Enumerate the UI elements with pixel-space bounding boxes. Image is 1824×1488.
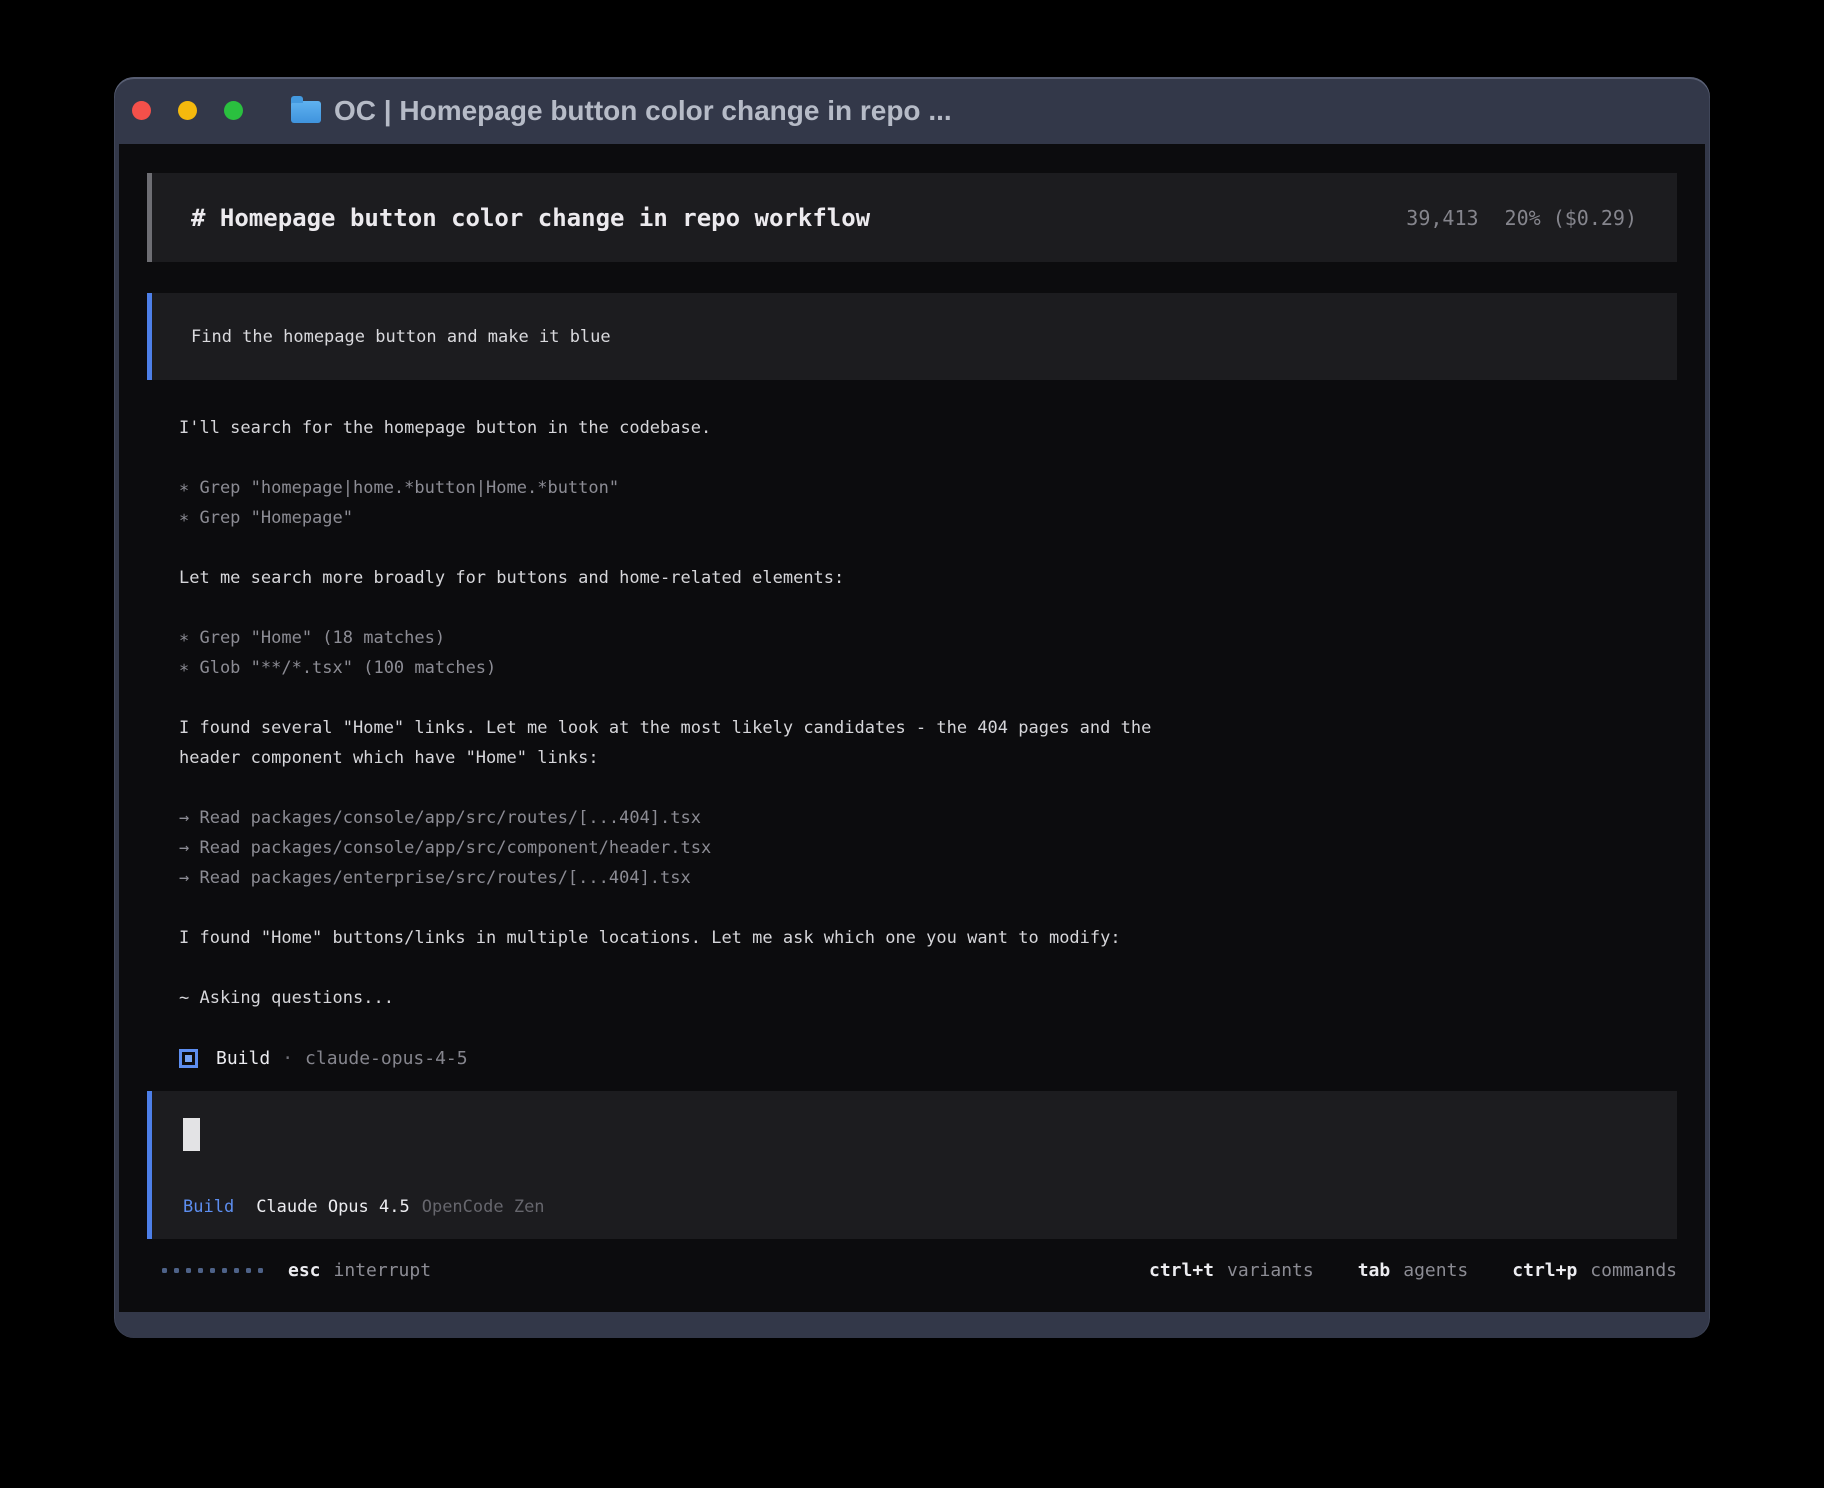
tool-call-line: → Read packages/console/app/src/routes/[…: [179, 803, 1677, 833]
key-tab: tab: [1358, 1260, 1391, 1281]
agent-status-line: Build · claude-opus-4-5: [179, 1043, 1677, 1073]
assistant-text: Let me search more broadly for buttons a…: [179, 563, 1677, 593]
agent-mode-label: Build: [183, 1197, 234, 1217]
tool-call-line: ∗ Glob "**/*.tsx" (100 matches): [179, 653, 1677, 683]
hint-agents: tab agents: [1358, 1260, 1469, 1281]
folder-icon: [291, 101, 321, 123]
token-count: 39,413: [1406, 206, 1478, 230]
assistant-text: I found "Home" buttons/links in multiple…: [179, 923, 1677, 953]
traffic-lights: [124, 101, 243, 120]
key-esc: esc: [288, 1260, 321, 1281]
spinner-dots: [162, 1268, 263, 1273]
user-message-text: Find the homepage button and make it blu…: [191, 327, 611, 347]
input-footer: Build Claude Opus 4.5 OpenCode Zen: [183, 1197, 1641, 1217]
zoom-button[interactable]: [224, 101, 243, 120]
assistant-text: I found several "Home" links. Let me loo…: [179, 713, 1677, 773]
tool-call-line: ∗ Grep "Home" (18 matches): [179, 623, 1677, 653]
minimize-button[interactable]: [178, 101, 197, 120]
user-message: Find the homepage button and make it blu…: [147, 293, 1677, 380]
hint-variants: ctrl+t variants: [1149, 1260, 1314, 1281]
tool-call-line: → Read packages/console/app/src/componen…: [179, 833, 1677, 863]
tool-call-line: → Read packages/enterprise/src/routes/[.…: [179, 863, 1677, 893]
agent-name: Build: [216, 1048, 270, 1069]
agent-build-icon: [179, 1049, 198, 1068]
tool-call-group: ∗ Grep "homepage|home.*button|Home.*butt…: [179, 473, 1677, 533]
window-title: OC | Homepage button color change in rep…: [334, 95, 952, 127]
hint-commands: ctrl+p commands: [1512, 1260, 1677, 1281]
key-ctrl-p: ctrl+p: [1512, 1260, 1577, 1281]
key-ctrl-t: ctrl+t: [1149, 1260, 1214, 1281]
titlebar[interactable]: OC | Homepage button color change in rep…: [114, 77, 1710, 144]
terminal-content: # Homepage button color change in repo w…: [119, 144, 1705, 1312]
context-cost: 20% ($0.29): [1505, 206, 1637, 230]
agent-model: claude-opus-4-5: [305, 1048, 468, 1069]
tool-call-group: ∗ Grep "Home" (18 matches) ∗ Glob "**/*.…: [179, 623, 1677, 683]
session-stats: 39,413 20% ($0.29): [1406, 206, 1637, 230]
terminal-window: OC | Homepage button color change in rep…: [114, 77, 1710, 1338]
session-title: # Homepage button color change in repo w…: [191, 204, 870, 232]
tool-call-group: → Read packages/console/app/src/routes/[…: [179, 803, 1677, 893]
assistant-text: I'll search for the homepage button in t…: [179, 413, 1677, 443]
assistant-activity: ~ Asking questions...: [179, 983, 1677, 1013]
tool-call-line: ∗ Grep "homepage|home.*button|Home.*butt…: [179, 473, 1677, 503]
status-bar: esc interrupt ctrl+t variants tab agents…: [147, 1255, 1677, 1285]
close-button[interactable]: [132, 101, 151, 120]
separator-dot: ·: [282, 1048, 293, 1069]
model-name-label: Claude Opus 4.5: [256, 1197, 410, 1217]
provider-label: OpenCode Zen: [422, 1197, 545, 1217]
session-header: # Homepage button color change in repo w…: [147, 173, 1677, 262]
hint-interrupt: esc interrupt: [288, 1260, 431, 1281]
message-input[interactable]: Build Claude Opus 4.5 OpenCode Zen: [147, 1091, 1677, 1239]
hints-right: ctrl+t variants tab agents ctrl+p comman…: [1149, 1260, 1677, 1281]
tool-call-line: ∗ Grep "Homepage": [179, 503, 1677, 533]
text-cursor: [183, 1118, 200, 1151]
